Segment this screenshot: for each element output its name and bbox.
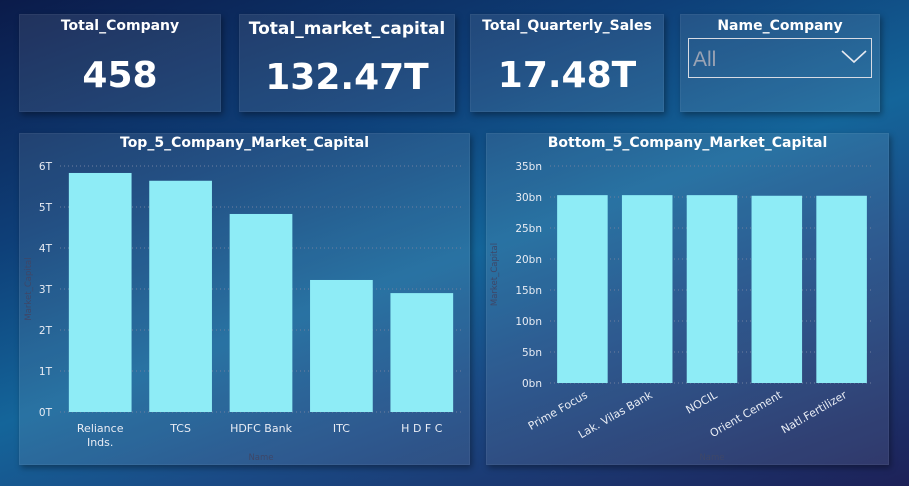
bar (686, 195, 738, 383)
top5-bar-chart: 0T 1T 2T 3T 4T 5T 6T Market_Capital RelianceInds… (24, 161, 462, 463)
kpi-value: 132.47T (265, 57, 429, 98)
bar (621, 195, 673, 383)
y-tick-label: 4T (39, 243, 53, 255)
x-tick-label: Inds. (87, 436, 113, 449)
kpi-value: 458 (82, 55, 158, 96)
kpi-value: 17.48T (497, 55, 637, 96)
y-tick-label: 6T (39, 161, 53, 173)
bar (557, 195, 608, 383)
bar (390, 293, 454, 412)
y-tick-label: 35bn (515, 161, 542, 173)
x-tick-label: Reliance (77, 422, 124, 435)
slicer-dropdown[interactable]: All (688, 38, 872, 78)
bar (149, 180, 212, 412)
bar (68, 172, 132, 412)
x-tick-label: H D F C (401, 422, 443, 435)
y-tick-label: 0T (39, 407, 53, 419)
y-tick-label: 3T (39, 284, 53, 296)
x-tick-label: HDFC Bank (230, 422, 293, 435)
y-tick-label: 0bn (522, 378, 542, 390)
top5-chart-card: Top_5_Company_Market_Capital 0T 1T 2T 3T 4T 5… (19, 133, 470, 465)
x-tick-label: Prime Focus (526, 388, 590, 433)
bar (816, 195, 867, 383)
y-tick-label: 25bn (515, 223, 542, 235)
slicer-title: Name_Company (717, 18, 843, 34)
bar (751, 195, 803, 383)
x-axis-title: Name (248, 453, 273, 463)
y-tick-label: 10bn (515, 316, 542, 328)
y-axis-title: Market_Capital (490, 243, 500, 306)
x-tick-label: Orient Cement (708, 388, 785, 440)
x-tick-label: Natl.Fertilizer (779, 388, 849, 436)
x-tick-label: NOCIL (684, 388, 721, 417)
y-tick-label: 15bn (515, 285, 542, 297)
x-tick-label: TCS (169, 422, 191, 435)
bar (310, 279, 373, 412)
y-axis-title: Market_Capital (24, 257, 34, 320)
x-tick-label: ITC (333, 422, 350, 435)
slicer-selected-value: All (693, 48, 717, 71)
x-axis-title: Name (699, 453, 724, 463)
kpi-card-total-market-capital: Total_market_capital 132.47T (239, 14, 455, 112)
kpi-title: Total_Company (60, 18, 180, 34)
y-tick-label: 5bn (522, 347, 542, 359)
y-tick-label: 30bn (515, 192, 542, 204)
kpi-card-total-quarterly-sales: Total_Quarterly_Sales 17.48T (470, 14, 664, 112)
kpi-card-total-company: Total_Company 458 (19, 14, 221, 112)
x-tick-label: Lak. Vilas Bank (576, 388, 655, 441)
y-tick-label: 1T (39, 366, 53, 378)
y-tick-label: 5T (39, 202, 53, 214)
bar (229, 213, 293, 412)
bottom5-bar-chart: 0bn 5bn 10bn 15bn 20bn 25bn 30bn 35bn Market_Cap… (490, 161, 874, 463)
kpi-title: Total_Quarterly_Sales (482, 18, 652, 34)
y-tick-label: 2T (39, 325, 53, 337)
y-tick-label: 20bn (515, 254, 542, 266)
chevron-down-icon (841, 49, 867, 68)
name-company-slicer: Name_Company All (680, 14, 880, 112)
bottom5-chart-card: Bottom_5_Company_Market_Capital 0bn 5bn 10… (486, 133, 889, 465)
kpi-title: Total_market_capital (248, 19, 446, 39)
